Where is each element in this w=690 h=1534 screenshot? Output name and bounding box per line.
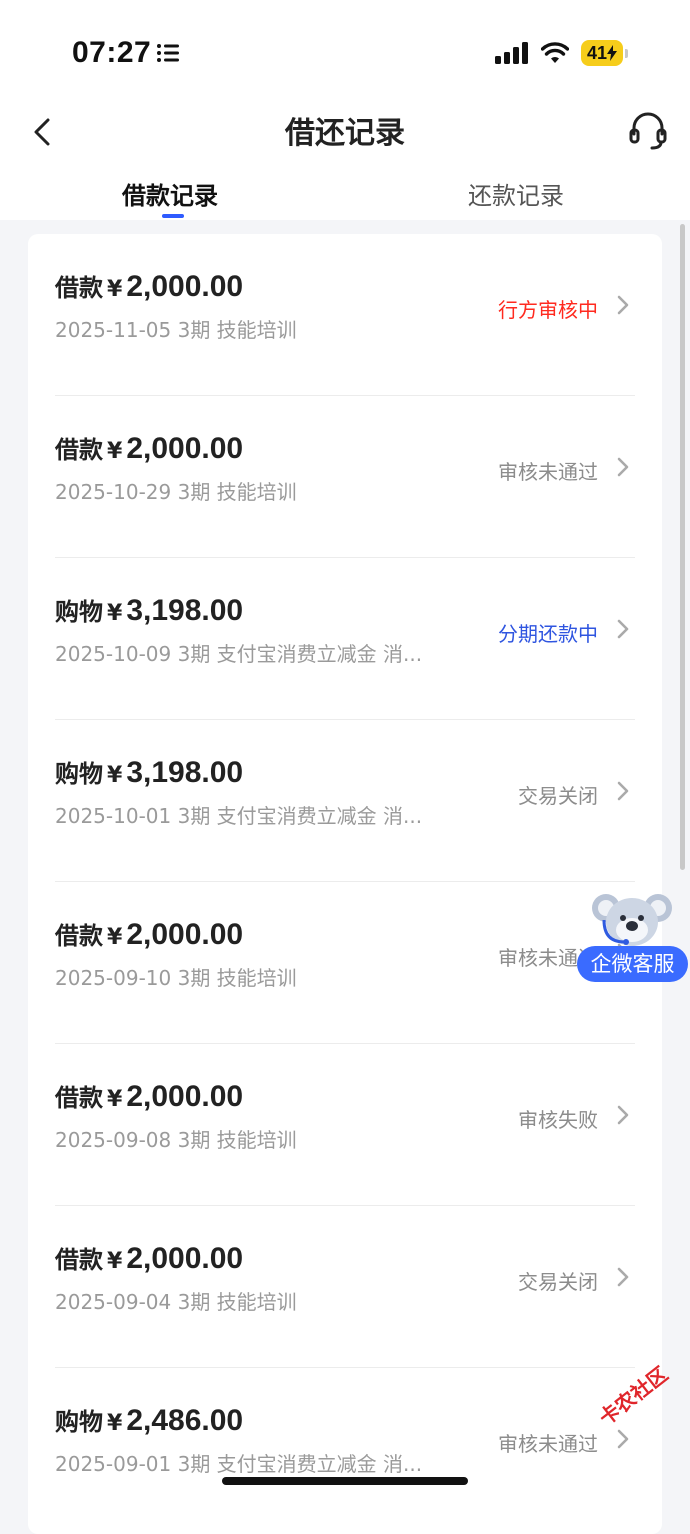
record-type: 借款 <box>55 274 103 302</box>
headset-icon[interactable] <box>628 110 668 152</box>
record-type: 购物 <box>55 1408 103 1436</box>
chevron-right-icon <box>617 1105 629 1125</box>
record-details: 2025-10-09 3期 支付宝消费立减金 消... <box>55 642 423 666</box>
record-details: 2025-09-08 3期 技能培训 <box>55 1128 297 1152</box>
page-title: 借还记录 <box>285 116 405 151</box>
record-amount: 2,000.00 <box>126 918 244 951</box>
chevron-right-icon <box>617 295 629 315</box>
record-details: 2025-10-01 3期 支付宝消费立减金 消... <box>55 804 423 828</box>
record-details: 2025-09-10 3期 技能培训 <box>55 966 297 990</box>
record-amount: 2,000.00 <box>126 270 244 303</box>
record-type: 借款 <box>55 436 103 464</box>
record-row[interactable]: 购物 ¥ 3,198.00 2025-10-01 3期 支付宝消费立减金 消..… <box>28 720 662 882</box>
record-row[interactable]: 借款 ¥ 2,000.00 2025-11-05 3期 技能培训 行方审核中 <box>28 234 662 396</box>
record-row[interactable]: 借款 ¥ 2,000.00 2025-09-10 3期 技能培训 审核未通过 <box>28 882 662 1044</box>
record-details: 2025-09-04 3期 技能培训 <box>55 1290 297 1314</box>
battery-level: 41 <box>586 42 607 63</box>
status-indicators: 41 <box>494 40 628 66</box>
record-row[interactable]: 借款 ¥ 2,000.00 2025-10-29 3期 技能培训 审核未通过 <box>28 396 662 558</box>
record-status: 审核未通过 <box>498 1432 598 1456</box>
record-type: 借款 <box>55 1084 103 1112</box>
chevron-right-icon <box>617 457 629 477</box>
active-tab-indicator <box>162 214 184 218</box>
wifi-icon <box>540 42 569 63</box>
record-status: 审核未通过 <box>498 460 598 484</box>
record-row[interactable]: 借款 ¥ 2,000.00 2025-09-04 3期 技能培训 交易关闭 <box>28 1206 662 1368</box>
signal-icon <box>494 42 528 64</box>
currency-symbol: ¥ <box>107 925 123 950</box>
charging-bolt-icon <box>607 45 617 61</box>
record-status: 交易关闭 <box>518 784 598 808</box>
currency-symbol: ¥ <box>107 601 123 626</box>
record-amount: 2,000.00 <box>126 1080 244 1113</box>
list-icon <box>157 44 179 62</box>
top-bar: 07:27 41 借还记录 借款记录 还款记录 <box>0 0 690 220</box>
chevron-right-icon <box>617 1429 629 1449</box>
currency-symbol: ¥ <box>107 1087 123 1112</box>
record-type: 购物 <box>55 598 103 626</box>
record-type: 借款 <box>55 1246 103 1274</box>
record-details: 2025-09-01 3期 支付宝消费立减金 消... <box>55 1452 423 1476</box>
tab-repay-records[interactable]: 还款记录 <box>468 176 564 211</box>
record-amount: 3,198.00 <box>126 756 244 789</box>
record-type: 借款 <box>55 922 103 950</box>
record-amount: 2,000.00 <box>126 432 244 465</box>
record-amount: 2,000.00 <box>126 1242 244 1275</box>
scrollbar[interactable] <box>680 224 685 870</box>
battery-cap <box>625 48 628 58</box>
record-status: 审核失败 <box>518 1108 598 1132</box>
records-list: 借款 ¥ 2,000.00 2025-11-05 3期 技能培训 行方审核中 借… <box>28 234 662 1534</box>
record-status: 交易关闭 <box>518 1270 598 1294</box>
record-amount: 2,486.00 <box>126 1404 244 1437</box>
chevron-right-icon <box>617 1267 629 1287</box>
currency-symbol: ¥ <box>107 439 123 464</box>
enterprise-wechat-support-button[interactable]: 企微客服 <box>577 946 688 982</box>
record-type: 购物 <box>55 760 103 788</box>
chevron-right-icon <box>617 619 629 639</box>
status-time: 07:27 <box>72 36 152 69</box>
record-status: 行方审核中 <box>498 298 598 322</box>
record-amount: 3,198.00 <box>126 594 244 627</box>
home-indicator[interactable] <box>222 1477 468 1485</box>
record-status: 分期还款中 <box>498 622 598 646</box>
currency-symbol: ¥ <box>107 1249 123 1274</box>
currency-symbol: ¥ <box>107 763 123 788</box>
record-row[interactable]: 购物 ¥ 2,486.00 2025-09-01 3期 支付宝消费立减金 消..… <box>28 1368 662 1530</box>
record-details: 2025-10-29 3期 技能培训 <box>55 480 297 504</box>
currency-symbol: ¥ <box>107 1411 123 1436</box>
battery-icon: 41 <box>580 40 623 66</box>
tab-borrow-records[interactable]: 借款记录 <box>122 176 218 211</box>
record-row[interactable]: 借款 ¥ 2,000.00 2025-09-08 3期 技能培训 审核失败 <box>28 1044 662 1206</box>
currency-symbol: ¥ <box>107 277 123 302</box>
chevron-right-icon <box>617 781 629 801</box>
record-details: 2025-11-05 3期 技能培训 <box>55 318 297 342</box>
record-row[interactable]: 购物 ¥ 3,198.00 2025-10-09 3期 支付宝消费立减金 消..… <box>28 558 662 720</box>
